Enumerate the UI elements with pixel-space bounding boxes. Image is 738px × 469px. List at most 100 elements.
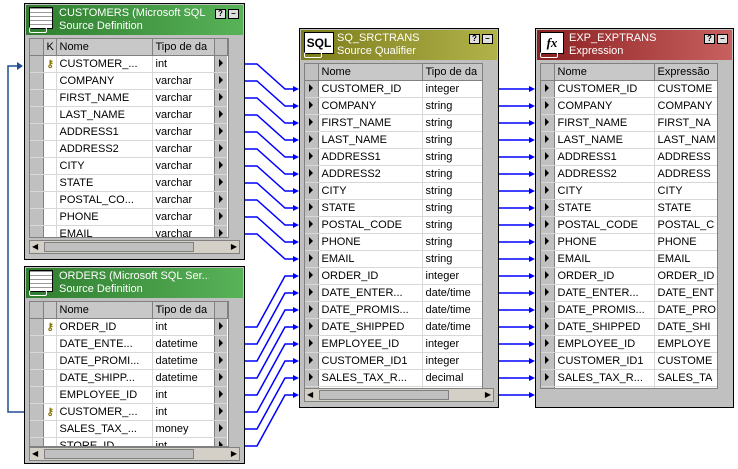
port-row[interactable]: ADDRESS1 varchar xyxy=(30,123,227,141)
port-row[interactable]: PHONE varchar xyxy=(30,208,227,226)
port-row[interactable]: CUSTOMER_ID1 integer xyxy=(305,352,493,370)
help-button[interactable]: ? xyxy=(215,9,226,19)
row-selector[interactable] xyxy=(30,140,44,158)
input-port-handle[interactable] xyxy=(305,233,319,251)
port-row[interactable]: DATE_SHIPPED date/time xyxy=(305,318,493,336)
column-header-name[interactable]: Nome xyxy=(56,39,153,56)
port-row[interactable]: EMPLOYEE_ID int xyxy=(30,386,227,404)
port-row[interactable]: CUSTOMER_ID CUSTOME xyxy=(541,80,718,98)
input-port-handle[interactable] xyxy=(541,250,555,268)
row-selector[interactable] xyxy=(30,420,44,438)
source-qualifier-header[interactable]: SQL SQ_SRCTRANS Source Qualifier ? – xyxy=(301,30,497,60)
scrollbar-thumb[interactable] xyxy=(44,242,194,252)
input-port-handle[interactable] xyxy=(305,318,319,336)
row-selector[interactable] xyxy=(30,335,44,353)
port-row[interactable]: DATE_ENTER... date/time xyxy=(305,284,493,302)
horizontal-scrollbar[interactable]: ◀ ▶ xyxy=(29,240,240,254)
port-row[interactable]: STATE STATE xyxy=(541,199,718,217)
input-port-handle[interactable] xyxy=(541,148,555,166)
input-port-handle[interactable] xyxy=(305,80,319,98)
input-port-handle[interactable] xyxy=(305,267,319,285)
port-row[interactable]: DATE_ENTE... datetime xyxy=(30,335,227,353)
port-row[interactable]: POSTAL_CO... varchar xyxy=(30,191,227,209)
row-selector[interactable] xyxy=(30,157,44,175)
customers-header[interactable]: CUSTOMERS (Microsoft SQL ... Source Defi… xyxy=(26,5,243,35)
row-selector[interactable] xyxy=(30,208,44,226)
port-row[interactable]: POSTAL_CODE string xyxy=(305,216,493,234)
port-row[interactable]: FIRST_NAME string xyxy=(305,114,493,132)
column-header-name[interactable]: Nome xyxy=(554,64,655,81)
input-port-handle[interactable] xyxy=(541,97,555,115)
column-header-type[interactable]: Tipo de da xyxy=(422,64,483,81)
row-selector[interactable] xyxy=(30,225,44,237)
port-row[interactable]: LAST_NAME LAST_NAM xyxy=(541,131,718,149)
port-row[interactable]: ADDRESS2 varchar xyxy=(30,140,227,158)
source-qualifier-panel[interactable]: SQL SQ_SRCTRANS Source Qualifier ? – Nom… xyxy=(299,28,499,408)
row-selector[interactable] xyxy=(30,55,44,73)
scrollbar-thumb[interactable] xyxy=(44,449,194,459)
port-link-handle[interactable] xyxy=(213,55,227,73)
input-port-handle[interactable] xyxy=(541,284,555,302)
input-port-handle[interactable] xyxy=(541,318,555,336)
input-port-handle[interactable] xyxy=(541,114,555,132)
input-port-handle[interactable] xyxy=(305,131,319,149)
port-row[interactable]: ⚷ CUSTOMER_... int xyxy=(30,403,227,421)
input-port-handle[interactable] xyxy=(305,97,319,115)
scroll-right-icon[interactable]: ▶ xyxy=(485,390,491,399)
help-button[interactable]: ? xyxy=(469,34,480,44)
orders-source-panel[interactable]: ORDERS (Microsoft SQL Ser... Source Defi… xyxy=(24,266,245,464)
scroll-left-icon[interactable]: ◀ xyxy=(32,449,38,458)
port-row[interactable]: POSTAL_CODE POSTAL_C xyxy=(541,216,718,234)
port-row[interactable]: DATE_SHIPP... datetime xyxy=(30,369,227,387)
input-port-handle[interactable] xyxy=(541,301,555,319)
port-link-handle[interactable] xyxy=(213,208,227,226)
port-row[interactable]: DATE_ENTER... DATE_ENT xyxy=(541,284,718,302)
input-port-handle[interactable] xyxy=(541,199,555,217)
port-row[interactable]: ADDRESS2 string xyxy=(305,165,493,183)
minimize-button[interactable]: – xyxy=(717,34,728,44)
horizontal-scrollbar[interactable]: ◀ ▶ xyxy=(29,447,240,461)
vertical-scrollbar[interactable] xyxy=(717,63,729,389)
input-port-handle[interactable] xyxy=(305,165,319,183)
port-row[interactable]: EMPLOYEE_ID integer xyxy=(305,335,493,353)
input-port-handle[interactable] xyxy=(541,233,555,251)
scroll-right-icon[interactable]: ▶ xyxy=(231,242,237,251)
column-header-type[interactable]: Tipo de da xyxy=(152,302,215,319)
port-link-handle[interactable] xyxy=(213,420,227,438)
port-row[interactable]: DATE_PROMI... datetime xyxy=(30,352,227,370)
minimize-button[interactable]: – xyxy=(482,34,493,44)
port-row[interactable]: STATE varchar xyxy=(30,174,227,192)
scroll-right-icon[interactable]: ▶ xyxy=(231,449,237,458)
port-link-handle[interactable] xyxy=(213,106,227,124)
input-port-handle[interactable] xyxy=(541,352,555,370)
port-link-handle[interactable] xyxy=(213,403,227,421)
port-row[interactable]: EMPLOYEE_ID EMPLOYE xyxy=(541,335,718,353)
port-link-handle[interactable] xyxy=(213,157,227,175)
port-row[interactable]: ADDRESS1 string xyxy=(305,148,493,166)
port-row[interactable]: PHONE PHONE xyxy=(541,233,718,251)
input-port-handle[interactable] xyxy=(541,335,555,353)
row-selector[interactable] xyxy=(30,72,44,90)
port-row[interactable]: CITY varchar xyxy=(30,157,227,175)
input-port-handle[interactable] xyxy=(541,165,555,183)
port-row[interactable]: ⚷ CUSTOMER_... int xyxy=(30,55,227,73)
row-selector[interactable] xyxy=(30,123,44,141)
input-port-handle[interactable] xyxy=(305,250,319,268)
port-row[interactable]: LAST_NAME string xyxy=(305,131,493,149)
port-link-handle[interactable] xyxy=(213,386,227,404)
row-selector[interactable] xyxy=(30,403,44,421)
port-link-handle[interactable] xyxy=(213,352,227,370)
port-row[interactable]: EMAIL string xyxy=(305,250,493,268)
input-port-handle[interactable] xyxy=(305,352,319,370)
input-port-handle[interactable] xyxy=(305,199,319,217)
input-port-handle[interactable] xyxy=(541,131,555,149)
row-selector[interactable] xyxy=(30,437,44,446)
port-row[interactable]: SALES_TAX_... money xyxy=(30,420,227,438)
port-row[interactable]: FIRST_NAME varchar xyxy=(30,89,227,107)
port-row[interactable]: DATE_PROMIS... DATE_PRO xyxy=(541,301,718,319)
port-row[interactable]: ORDER_ID integer xyxy=(305,267,493,285)
input-port-handle[interactable] xyxy=(305,335,319,353)
input-port-handle[interactable] xyxy=(305,182,319,200)
port-link-handle[interactable] xyxy=(213,437,227,446)
port-link-handle[interactable] xyxy=(213,318,227,336)
